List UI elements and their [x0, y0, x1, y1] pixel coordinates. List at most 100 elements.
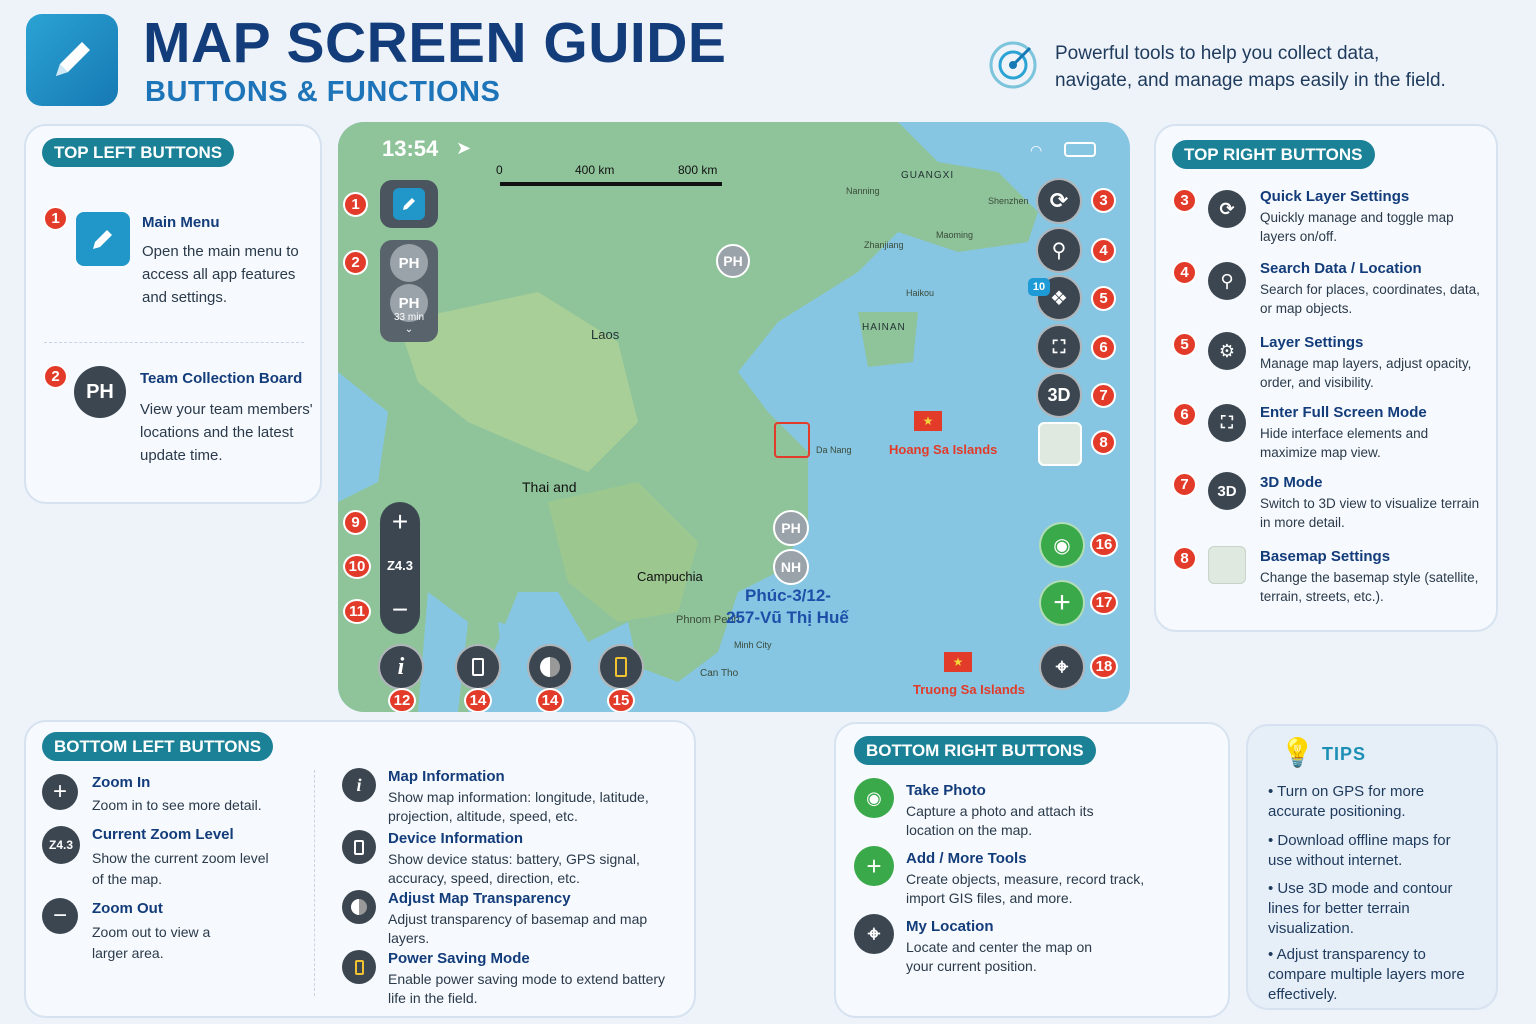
- item-title: Team Collection Board: [140, 370, 303, 387]
- quick-layer-button[interactable]: ⟳: [1036, 178, 1082, 224]
- scale-label: 0: [496, 163, 503, 177]
- vietnam-flag-icon: ★: [914, 411, 942, 431]
- map-place-label: 257-Vũ Thị Huế: [726, 608, 849, 627]
- team-member-avatar[interactable]: PH: [390, 244, 428, 282]
- item-title: Map Information: [388, 768, 505, 785]
- item-desc: Manage map layers, adjust opacity, order…: [1260, 356, 1472, 390]
- section-pill: TOP LEFT BUTTONS: [42, 138, 235, 167]
- menu-button-bg[interactable]: [380, 180, 438, 228]
- map-screenshot[interactable]: 13:54 ➤ ◠ 0 400 km 800 km PH PH 33 min ⌄…: [338, 122, 1130, 712]
- tip-text: Download offline maps for use without in…: [1268, 832, 1451, 869]
- item-title: Power Saving Mode: [388, 950, 530, 967]
- number-badge: 8: [1091, 430, 1116, 455]
- item-title: Main Menu: [142, 214, 220, 231]
- battery-icon: [1064, 142, 1096, 157]
- tip-text: Use 3D mode and contour lines for better…: [1268, 880, 1453, 937]
- team-avatar-icon: PH: [74, 366, 126, 418]
- device-icon: [472, 658, 484, 676]
- search-button[interactable]: ⚲: [1036, 227, 1082, 273]
- section-pill: TOP RIGHT BUTTONS: [1172, 140, 1375, 169]
- number-badge: 4: [1172, 260, 1197, 285]
- item-desc: Locate and center the map on your curren…: [906, 939, 1093, 974]
- item-title: My Location: [906, 918, 994, 935]
- power-saving-button[interactable]: [598, 644, 644, 690]
- zoom-level-icon: Z4.3: [42, 826, 80, 864]
- bottom-right-panel: BOTTOM RIGHT BUTTONS ◉ Take Photo Captur…: [834, 722, 1230, 1018]
- my-location-button[interactable]: ⌖: [1039, 644, 1085, 690]
- tips-panel: 💡 TIPS • Turn on GPS for more accurate p…: [1246, 724, 1498, 1010]
- divider: [44, 342, 304, 343]
- number-badge: 18: [1090, 654, 1118, 679]
- tip-text: Turn on GPS for more accurate positionin…: [1268, 783, 1425, 820]
- number-badge: 3: [1091, 188, 1116, 213]
- item-desc: View your team members' locations and th…: [140, 401, 313, 464]
- layer-count-badge: 10: [1028, 278, 1050, 296]
- item-desc: Quickly manage and toggle map layers on/…: [1260, 210, 1454, 244]
- map-info-button[interactable]: i: [378, 644, 424, 690]
- transparency-icon: [540, 657, 560, 677]
- tip-item: • Download offline maps for use without …: [1268, 832, 1451, 869]
- basemap-button[interactable]: [1038, 422, 1082, 466]
- transparency-button[interactable]: [527, 644, 573, 690]
- number-badge: 6: [1172, 402, 1197, 427]
- item-desc: Switch to 3D view to visualize terrain i…: [1260, 496, 1480, 530]
- item-desc: Zoom out to view a larger area.: [92, 924, 211, 961]
- scale-bar: [500, 182, 722, 186]
- map-place-label: Phúc-3/12-: [745, 586, 831, 605]
- item-title: 3D Mode: [1260, 474, 1323, 491]
- expand-chevron-icon[interactable]: ⌄: [380, 324, 438, 335]
- take-photo-button[interactable]: ◉: [1039, 522, 1085, 568]
- main-menu-button[interactable]: [393, 188, 425, 220]
- number-badge: 3: [1172, 188, 1197, 213]
- page-title: MAP SCREEN GUIDE: [143, 11, 727, 75]
- plus-icon: +: [854, 846, 894, 886]
- 3d-mode-button[interactable]: 3D: [1036, 372, 1082, 418]
- transparency-icon: [342, 890, 376, 924]
- number-badge: 14: [464, 688, 492, 712]
- team-marker[interactable]: PH: [716, 244, 750, 278]
- number-badge: 5: [1091, 286, 1116, 311]
- item-desc: Open the main menu to access all app fea…: [142, 243, 299, 306]
- app-logo: [26, 14, 118, 106]
- map-label: Maoming: [936, 230, 974, 240]
- map-label: GUANGXI: [901, 170, 955, 181]
- team-board-button[interactable]: PH PH 33 min ⌄: [380, 240, 438, 342]
- item-desc: Show map information: longitude, latitud…: [388, 789, 649, 824]
- item-title: Adjust Map Transparency: [388, 890, 571, 907]
- item-desc: Zoom in to see more detail.: [92, 797, 262, 813]
- tagline: Powerful tools to help you collect data,…: [1055, 40, 1515, 94]
- gear-icon: ⚙: [1208, 332, 1246, 370]
- item-desc: Adjust transparency of basemap and map l…: [388, 911, 648, 946]
- number-badge: 7: [1091, 383, 1116, 408]
- zoom-in-button[interactable]: +: [380, 506, 420, 538]
- zoom-out-icon: −: [42, 898, 78, 934]
- map-label: HAINAN: [862, 322, 906, 333]
- top-left-panel: TOP LEFT BUTTONS 1 Main Menu Open the ma…: [24, 124, 322, 504]
- map-label: Da Nang: [816, 445, 852, 455]
- top-right-panel: TOP RIGHT BUTTONS 3 ⟳ Quick Layer Settin…: [1154, 124, 1498, 632]
- team-marker[interactable]: PH: [773, 510, 809, 546]
- item-desc: Enable power saving mode to extend batte…: [388, 971, 666, 1006]
- map-label: Truong Sa Islands: [913, 682, 1025, 697]
- number-badge: 7: [1172, 472, 1197, 497]
- info-icon: i: [342, 768, 376, 802]
- zoom-out-button[interactable]: −: [380, 594, 420, 626]
- zoom-level: Z4.3: [386, 558, 413, 573]
- fullscreen-button[interactable]: ⛶: [1036, 324, 1082, 370]
- device-info-button[interactable]: [455, 644, 501, 690]
- item-title: Quick Layer Settings: [1260, 188, 1410, 205]
- add-tools-button[interactable]: +: [1039, 580, 1085, 626]
- item-desc: Hide interface elements and maximize map…: [1260, 426, 1429, 460]
- item-title: Search Data / Location: [1260, 260, 1422, 277]
- number-badge: 11: [343, 599, 371, 624]
- refresh-layer-icon: ⟳: [1208, 190, 1246, 228]
- item-title: Current Zoom Level: [92, 826, 234, 843]
- map-label: Zhanjiang: [864, 240, 904, 250]
- team-marker[interactable]: NH: [773, 549, 809, 585]
- item-title: Take Photo: [906, 782, 986, 799]
- section-pill: BOTTOM LEFT BUTTONS: [42, 732, 274, 761]
- number-badge: 4: [1091, 238, 1116, 263]
- number-badge: 2: [43, 364, 68, 389]
- number-badge: 12: [388, 688, 416, 712]
- 3d-icon: 3D: [1208, 472, 1246, 510]
